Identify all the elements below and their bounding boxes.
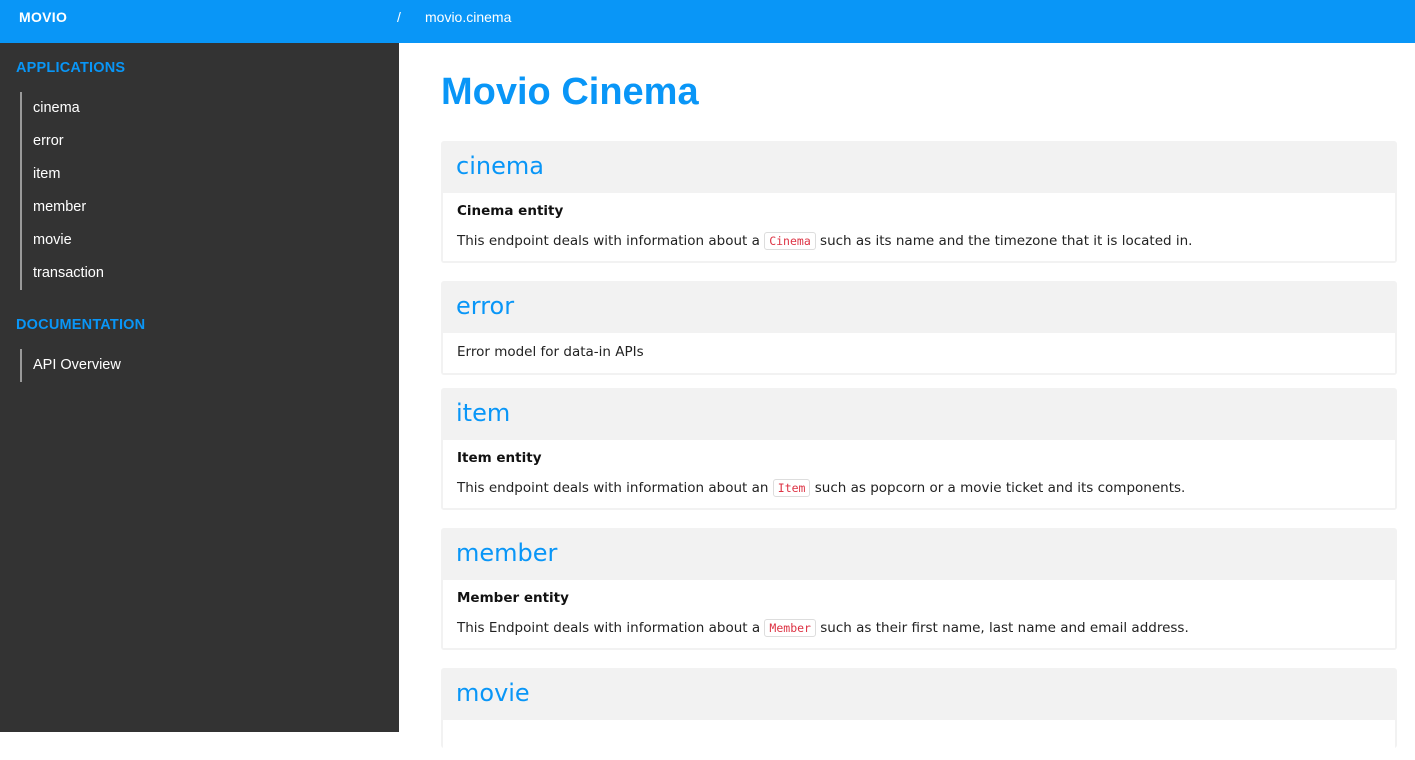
top-bar: MOVIO / movio.cinema (0, 0, 1415, 43)
endpoint-card-item: item Item entity This endpoint deals wit… (441, 388, 1397, 510)
desc-text: This endpoint deals with information abo… (457, 480, 773, 496)
sidebar-item-cinema[interactable]: cinema (22, 92, 104, 125)
sidebar-item-item[interactable]: item (22, 158, 104, 191)
card-subtitle: Member entity (457, 590, 569, 606)
endpoint-card-member: member Member entity This Endpoint deals… (441, 528, 1397, 650)
desc-text: such as its name and the timezone that i… (815, 233, 1193, 249)
card-description: This Endpoint deals with information abo… (457, 619, 1381, 637)
card-description: This endpoint deals with information abo… (457, 232, 1381, 250)
breadcrumb-current[interactable]: movio.cinema (425, 9, 511, 25)
desc-text: This Endpoint deals with information abo… (457, 620, 765, 636)
sidebar-item-movie[interactable]: movie (22, 224, 104, 257)
desc-text: such as their first name, last name and … (815, 620, 1189, 636)
card-body: Item entity This endpoint deals with inf… (443, 440, 1395, 508)
page-title: Movio Cinema (441, 71, 699, 113)
card-body: Member entity This Endpoint deals with i… (443, 580, 1395, 648)
card-body: Cinema entity This endpoint deals with i… (443, 193, 1395, 261)
sidebar-item-api-overview[interactable]: API Overview (22, 349, 121, 382)
card-title[interactable]: item (443, 388, 1395, 440)
applications-list: cinema error item member movie transacti… (20, 92, 104, 290)
brand-logo[interactable]: MOVIO (19, 9, 67, 25)
card-title[interactable]: error (443, 281, 1395, 333)
card-body (443, 720, 1395, 760)
code-entity: Member (764, 619, 816, 637)
card-title[interactable]: member (443, 528, 1395, 580)
endpoint-card-cinema: cinema Cinema entity This endpoint deals… (441, 141, 1397, 263)
endpoint-card-error: error Error model for data-in APIs (441, 281, 1397, 375)
endpoint-card-movie: movie (441, 668, 1397, 760)
main-content: Movio Cinema cinema Cinema entity This e… (399, 43, 1415, 760)
code-entity: Item (772, 479, 811, 497)
card-body: Error model for data-in APIs (443, 333, 1395, 373)
sidebar-item-error[interactable]: error (22, 125, 104, 158)
sidebar-item-transaction[interactable]: transaction (22, 257, 104, 290)
card-title[interactable]: cinema (443, 141, 1395, 193)
applications-heading: APPLICATIONS (16, 60, 126, 76)
card-subtitle: Cinema entity (457, 203, 564, 219)
desc-text: This endpoint deals with information abo… (457, 233, 765, 249)
documentation-list: API Overview (20, 349, 121, 382)
breadcrumb-separator: / (397, 9, 401, 25)
card-description: Error model for data-in APIs (457, 344, 644, 360)
card-title[interactable]: movie (443, 668, 1395, 720)
code-entity: Cinema (764, 232, 816, 250)
card-subtitle: Item entity (457, 450, 542, 466)
desc-text: such as popcorn or a movie ticket and it… (810, 480, 1186, 496)
sidebar: APPLICATIONS cinema error item member mo… (0, 43, 399, 732)
sidebar-item-member[interactable]: member (22, 191, 104, 224)
card-description: This endpoint deals with information abo… (457, 479, 1381, 497)
documentation-heading: DOCUMENTATION (16, 317, 146, 333)
